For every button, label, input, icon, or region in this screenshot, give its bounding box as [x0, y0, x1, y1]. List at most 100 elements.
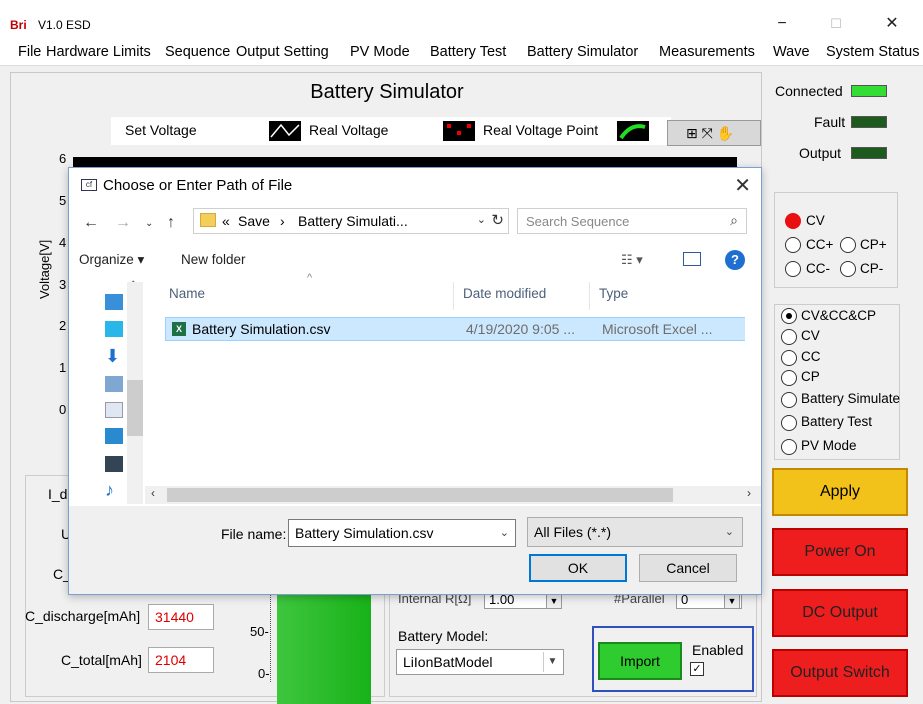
menu-battery-test[interactable]: Battery Test	[430, 44, 506, 60]
chevron-down-icon[interactable]: ▼	[543, 652, 561, 672]
help-icon[interactable]: ?	[725, 250, 745, 270]
breadcrumb-overflow[interactable]: «	[222, 213, 230, 229]
legend-set-voltage: Set Voltage	[125, 122, 197, 138]
cancel-button[interactable]: Cancel	[639, 554, 737, 582]
output-switch-button[interactable]: Output Switch	[772, 649, 908, 697]
downloads-icon[interactable]: ⬇	[105, 347, 123, 365]
documents-icon[interactable]	[105, 402, 123, 418]
menu-measurements[interactable]: Measurements	[659, 44, 755, 60]
radio-battery-simulate[interactable]	[781, 392, 797, 408]
spin-down-icon[interactable]: ▼	[546, 593, 562, 609]
horizontal-scrollbar-thumb[interactable]	[167, 488, 673, 502]
spin-down-icon[interactable]: ▼	[724, 593, 740, 609]
pan-hand-icon[interactable]: ✋	[717, 125, 734, 141]
organize-button[interactable]: Organize ▾	[79, 252, 144, 268]
plot-area	[73, 157, 737, 167]
column-divider[interactable]	[589, 282, 590, 310]
file-name-value: Battery Simulation.csv	[295, 525, 434, 541]
radio-cv-cc-cp[interactable]	[781, 308, 797, 324]
close-icon[interactable]: ✕	[734, 173, 751, 198]
maximize-button[interactable]: ☐	[816, 12, 856, 36]
menu-system-status[interactable]: System Status	[826, 44, 919, 60]
file-type-select[interactable]: All Files (*.*) ⌄	[527, 517, 743, 547]
page-title: Battery Simulator	[310, 81, 464, 103]
chevron-down-icon[interactable]: ⌄	[725, 525, 734, 538]
menu-battery-simulator[interactable]: Battery Simulator	[527, 44, 638, 60]
preview-pane-icon[interactable]	[683, 252, 701, 266]
radio-cc-plus[interactable]	[785, 237, 801, 253]
refresh-icon[interactable]: ↻	[491, 211, 504, 229]
back-arrow-icon[interactable]: ←	[83, 214, 99, 232]
view-options-icon[interactable]: ☷ ▾	[621, 252, 643, 268]
search-input[interactable]: Search Sequence ⌕	[517, 208, 747, 234]
address-bar[interactable]: « Save › Battery Simulati... ⌄ ↻	[193, 208, 509, 234]
enabled-checkbox[interactable]: ✓	[690, 662, 704, 676]
gauge-scale	[270, 590, 272, 682]
recent-dropdown-icon[interactable]: ⌄	[145, 218, 153, 229]
radio-cp-plus[interactable]	[840, 237, 856, 253]
power-on-button[interactable]: Power On	[772, 528, 908, 576]
column-name[interactable]: Name	[169, 286, 205, 301]
y-tick: 1	[59, 360, 67, 375]
3d-objects-icon[interactable]	[105, 321, 123, 337]
c-discharge-value: 31440	[148, 604, 214, 630]
graph-tool-palette[interactable]: ⊞ ⤧ ✋	[667, 120, 761, 146]
battery-model-value: LiIonBatModel	[403, 654, 493, 670]
scroll-left-icon[interactable]: ‹	[151, 486, 155, 500]
minimize-button[interactable]: −	[762, 12, 802, 36]
breadcrumb-save[interactable]: Save	[238, 213, 270, 229]
radio-label: CV&CC&CP	[801, 308, 877, 323]
nav-scrollbar-thumb[interactable]	[127, 380, 143, 436]
new-folder-button[interactable]: New folder	[181, 252, 246, 267]
breadcrumb-battery-simulation[interactable]: Battery Simulati...	[298, 213, 408, 229]
file-name: Battery Simulation.csv	[192, 321, 331, 337]
file-name-input[interactable]: Battery Simulation.csv ⌄	[288, 519, 516, 547]
up-arrow-icon[interactable]: ↑	[167, 214, 175, 232]
column-date-modified[interactable]: Date modified	[463, 286, 546, 301]
music-icon[interactable]: ♪	[105, 481, 123, 499]
dialog-title-bar: cf Choose or Enter Path of File ✕	[69, 168, 761, 204]
this-pc-icon[interactable]	[105, 294, 123, 310]
radio-cp[interactable]	[781, 370, 797, 386]
zoom-tool-icon[interactable]: ⊞	[686, 125, 698, 141]
menu-pv-mode[interactable]: PV Mode	[350, 44, 410, 60]
videos-icon[interactable]	[105, 456, 123, 472]
network-drive-icon[interactable]	[105, 428, 123, 444]
file-row[interactable]: X Battery Simulation.csv 4/19/2020 9:05 …	[165, 317, 761, 341]
chevron-down-icon[interactable]: ⌄	[500, 526, 509, 539]
radio-battery-test[interactable]	[781, 415, 797, 431]
import-button[interactable]: Import	[598, 642, 682, 680]
dialog-title: Choose or Enter Path of File	[103, 177, 293, 194]
radio-cv[interactable]	[781, 329, 797, 345]
cursor-tool-icon[interactable]: ⤧	[702, 125, 713, 141]
battery-model-label: Battery Model:	[398, 628, 489, 644]
radio-cc[interactable]	[781, 350, 797, 366]
menu-hardware-limits[interactable]: Hardware Limits	[46, 44, 151, 60]
apply-button[interactable]: Apply	[772, 468, 908, 516]
file-type-value: All Files (*.*)	[534, 524, 612, 540]
menu-bar: File Hardware Limits Sequence Output Set…	[0, 40, 923, 66]
radio-cp-minus[interactable]	[840, 261, 856, 277]
radio-cc-minus[interactable]	[785, 261, 801, 277]
search-icon: ⌕	[730, 212, 738, 228]
column-type[interactable]: Type	[599, 286, 628, 301]
column-divider[interactable]	[453, 282, 454, 310]
desktop-icon[interactable]	[105, 376, 123, 392]
forward-arrow-icon[interactable]: →	[115, 214, 131, 232]
battery-model-select[interactable]: LiIonBatModel ▼	[396, 649, 564, 675]
ok-button[interactable]: OK	[529, 554, 627, 582]
scroll-right-icon[interactable]: ›	[747, 486, 751, 500]
file-date: 4/19/2020 9:05 ...	[466, 321, 575, 337]
radio-cv-active[interactable]	[785, 213, 801, 229]
menu-output-setting[interactable]: Output Setting	[236, 44, 329, 60]
close-button[interactable]: ✕	[872, 12, 912, 36]
radio-label: PV Mode	[801, 438, 857, 453]
dc-output-button[interactable]: DC Output	[772, 589, 908, 637]
menu-wave[interactable]: Wave	[773, 44, 810, 60]
list-vertical-scrollbar[interactable]	[745, 280, 761, 482]
chevron-down-icon[interactable]: ⌄	[477, 213, 486, 226]
radio-pv-mode[interactable]	[781, 439, 797, 455]
menu-file[interactable]: File	[18, 44, 41, 60]
menu-sequence[interactable]: Sequence	[165, 44, 230, 60]
app-window: Bri V1.0 ESD − ☐ ✕ File Hardware Limits …	[0, 0, 923, 704]
